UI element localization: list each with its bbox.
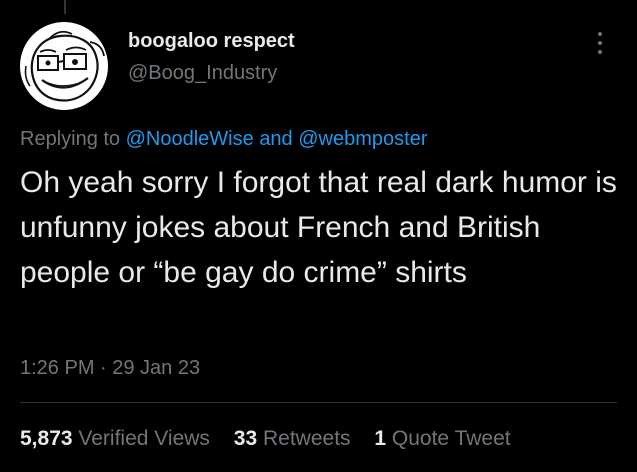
- mention-link-webmposter[interactable]: @webmposter: [298, 128, 427, 150]
- replying-to-line: Replying to @NoodleWise and @webmposter: [20, 126, 428, 152]
- replying-conjunction: and: [259, 128, 293, 150]
- tweet-header: boogaloo respect @Boog_Industry: [20, 22, 617, 110]
- tweet-body-text: Oh yeah sorry I forgot that real dark hu…: [20, 166, 617, 289]
- author-names: boogaloo respect @Boog_Industry: [128, 28, 295, 86]
- divider: [20, 402, 617, 403]
- retweets-stat[interactable]: 33 Retweets: [234, 427, 357, 450]
- more-options-icon[interactable]: [597, 32, 603, 58]
- quotes-stat[interactable]: 1 Quote Tweet: [374, 427, 510, 450]
- mention-link-noodlewise[interactable]: @NoodleWise: [126, 128, 254, 150]
- retweets-label: Retweets: [262, 427, 351, 450]
- user-handle[interactable]: @Boog_Industry: [128, 60, 295, 86]
- display-name[interactable]: boogaloo respect: [128, 28, 295, 54]
- views-label: Verified Views: [78, 427, 210, 450]
- avatar[interactable]: [20, 22, 108, 110]
- views-count: 5,873: [20, 427, 73, 450]
- quotes-label: Quote Tweet: [391, 427, 511, 450]
- views-stat[interactable]: 5,873 Verified Views: [20, 427, 216, 450]
- tweet-stats-bar: 5,873 Verified Views 33 Retweets 1 Quote…: [20, 425, 529, 453]
- replying-to-label: Replying to: [20, 128, 121, 150]
- tweet-timestamp[interactable]: 1:26 PM · 29 Jan 23: [20, 355, 200, 381]
- avatar-trollface-drawing: [21, 23, 107, 109]
- thread-connector-line: [64, 0, 66, 14]
- quotes-count: 1: [374, 427, 387, 450]
- retweets-count: 33: [233, 427, 258, 450]
